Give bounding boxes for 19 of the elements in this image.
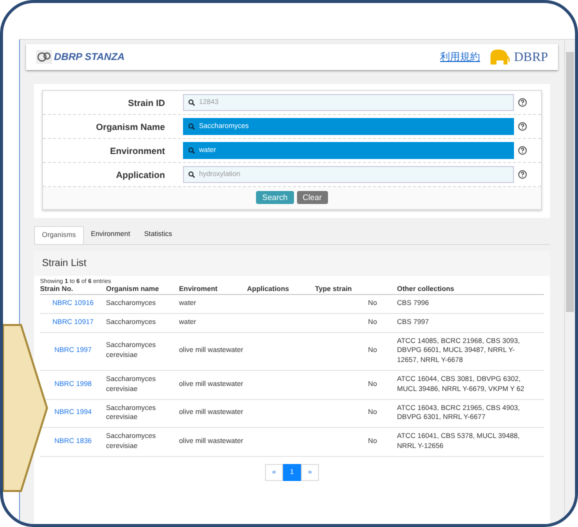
form-button[interactable]: Clear xyxy=(296,191,328,204)
search-icon xyxy=(188,147,195,154)
field-label: Organism Name xyxy=(94,122,166,132)
search-icon xyxy=(188,171,195,178)
help-icon[interactable] xyxy=(518,170,527,179)
elephant-logo-icon xyxy=(488,48,510,66)
form-button[interactable]: Search xyxy=(256,191,294,204)
site-logo-text: DBRP STANZA xyxy=(54,52,125,62)
field-label: Application xyxy=(115,170,166,180)
field-label: Strain ID xyxy=(126,98,166,108)
help-icon[interactable] xyxy=(518,98,527,107)
brand-text: DBRP xyxy=(514,49,548,65)
terms-link[interactable]: 利用規約 xyxy=(440,50,480,64)
search-icon xyxy=(188,99,195,106)
search-icon xyxy=(188,123,195,130)
help-icon[interactable] xyxy=(518,122,527,131)
section-heading: Strain List xyxy=(34,251,550,276)
field-label: Environment xyxy=(108,146,166,156)
help-icon[interactable] xyxy=(518,146,527,155)
